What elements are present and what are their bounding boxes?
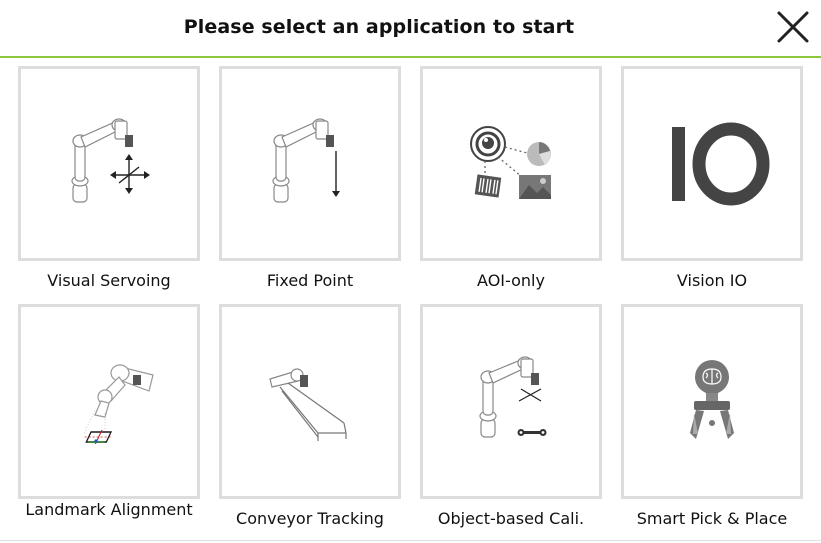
page-title: Please select an application to start xyxy=(183,16,575,38)
robot-arm-fixed-point-icon xyxy=(272,118,340,203)
app-label[interactable]: Object-based Cali. xyxy=(416,509,606,528)
app-label[interactable]: Conveyor Tracking xyxy=(215,509,405,528)
robot-arm-move-icon xyxy=(71,118,150,203)
conveyor-icon xyxy=(269,368,347,441)
close-icon xyxy=(777,11,809,43)
app-tile-object-based-cali[interactable] xyxy=(420,304,602,499)
app-label[interactable]: Landmark Alignment xyxy=(14,500,204,519)
header-divider xyxy=(0,56,821,58)
landmark-alignment-icon xyxy=(82,364,154,444)
vision-io-icon xyxy=(672,122,770,206)
app-label[interactable]: Vision IO xyxy=(617,271,807,290)
app-label[interactable]: AOI-only xyxy=(416,271,606,290)
app-tile-fixed-point[interactable] xyxy=(219,66,401,261)
aoi-camera-icon xyxy=(470,126,551,199)
app-tile-conveyor-tracking[interactable] xyxy=(219,304,401,499)
bottom-divider xyxy=(0,540,821,541)
app-label[interactable]: Smart Pick & Place xyxy=(617,509,807,528)
app-tile-aoi-only[interactable] xyxy=(420,66,602,261)
close-button[interactable] xyxy=(774,8,812,46)
object-calibration-icon xyxy=(479,356,547,438)
header-bar: Please select an application to start xyxy=(0,0,821,56)
app-label[interactable]: Visual Servoing xyxy=(14,271,204,290)
app-tile-visual-servoing[interactable] xyxy=(18,66,200,261)
app-label[interactable]: Fixed Point xyxy=(215,271,405,290)
app-tile-vision-io[interactable] xyxy=(621,66,803,261)
app-tile-smart-pick-place[interactable] xyxy=(621,304,803,499)
app-tile-landmark-alignment[interactable] xyxy=(18,304,200,499)
smart-gripper-icon xyxy=(690,360,734,439)
